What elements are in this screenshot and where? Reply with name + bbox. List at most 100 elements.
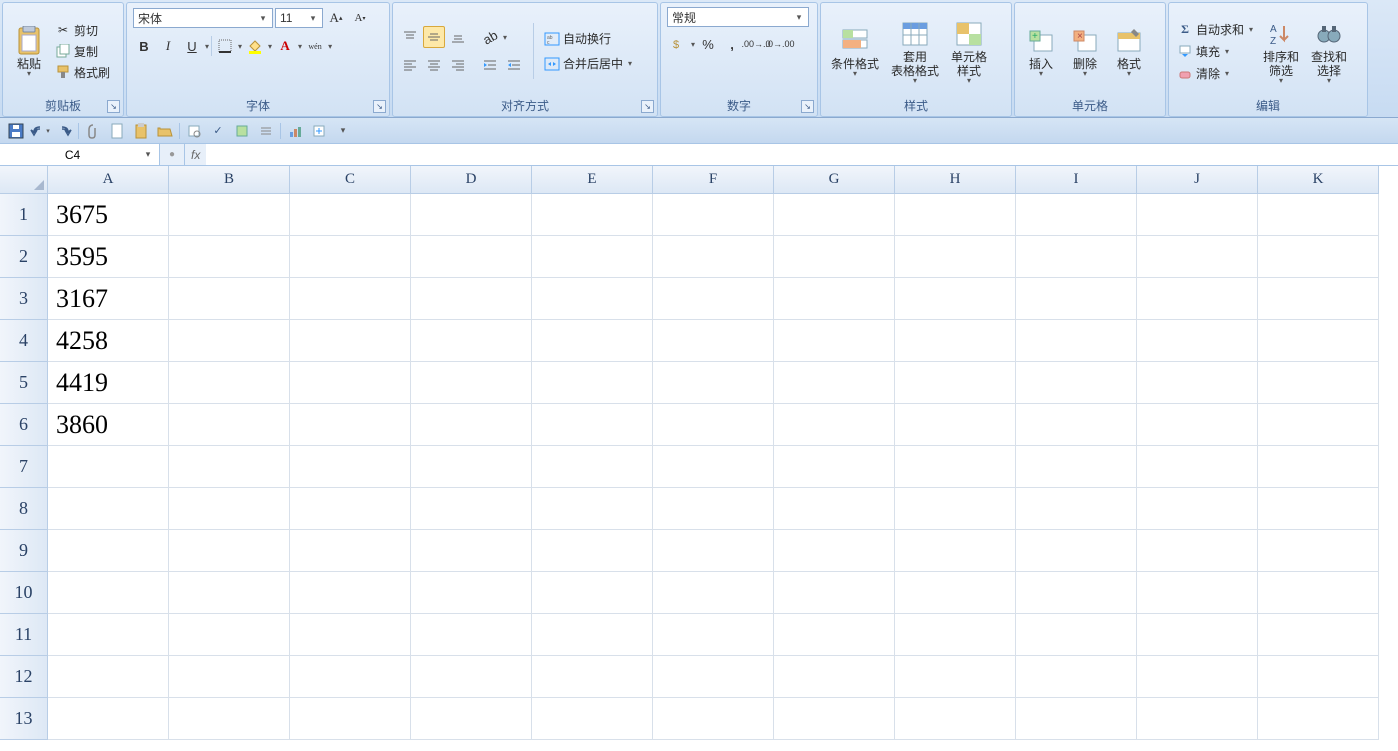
row-header-12[interactable]: 12 <box>0 656 48 698</box>
cell-G4[interactable] <box>774 320 895 362</box>
cell-H12[interactable] <box>895 656 1016 698</box>
row-header-8[interactable]: 8 <box>0 488 48 530</box>
font-color-button[interactable]: A <box>274 35 296 57</box>
col-header-H[interactable]: H <box>895 166 1016 194</box>
cell-A6[interactable]: 3860 <box>48 404 169 446</box>
cell-G6[interactable] <box>774 404 895 446</box>
number-launcher[interactable]: ↘ <box>801 100 814 113</box>
row-header-11[interactable]: 11 <box>0 614 48 656</box>
cell-B13[interactable] <box>169 698 290 740</box>
cell-H6[interactable] <box>895 404 1016 446</box>
align-center-button[interactable] <box>423 54 445 76</box>
cell-G5[interactable] <box>774 362 895 404</box>
cell-F13[interactable] <box>653 698 774 740</box>
col-header-C[interactable]: C <box>290 166 411 194</box>
cell-K4[interactable] <box>1258 320 1379 362</box>
cell-E4[interactable] <box>532 320 653 362</box>
cell-J1[interactable] <box>1137 194 1258 236</box>
cell-I5[interactable] <box>1016 362 1137 404</box>
cell-C10[interactable] <box>290 572 411 614</box>
row-header-4[interactable]: 4 <box>0 320 48 362</box>
decrease-decimal-button[interactable]: .0→.00 <box>769 33 791 55</box>
cell-G13[interactable] <box>774 698 895 740</box>
cell-I9[interactable] <box>1016 530 1137 572</box>
orientation-button[interactable]: ab <box>479 26 501 48</box>
cell-C9[interactable] <box>290 530 411 572</box>
cell-J9[interactable] <box>1137 530 1258 572</box>
cell-F1[interactable] <box>653 194 774 236</box>
qat-more-button[interactable]: ▾ <box>333 121 353 141</box>
cell-I10[interactable] <box>1016 572 1137 614</box>
cell-A9[interactable] <box>48 530 169 572</box>
cell-B1[interactable] <box>169 194 290 236</box>
sort-filter-button[interactable]: AZ 排序和 筛选 ▾ <box>1259 16 1303 87</box>
name-box[interactable]: C4 ▾ <box>0 144 160 165</box>
cell-C8[interactable] <box>290 488 411 530</box>
cell-E3[interactable] <box>532 278 653 320</box>
cell-A8[interactable] <box>48 488 169 530</box>
cell-K10[interactable] <box>1258 572 1379 614</box>
clipboard-launcher[interactable]: ↘ <box>107 100 120 113</box>
cell-E5[interactable] <box>532 362 653 404</box>
cell-D2[interactable] <box>411 236 532 278</box>
cell-F11[interactable] <box>653 614 774 656</box>
cell-I11[interactable] <box>1016 614 1137 656</box>
increase-font-button[interactable]: A▴ <box>325 7 347 29</box>
cell-A1[interactable]: 3675 <box>48 194 169 236</box>
select-all-corner[interactable] <box>0 166 48 194</box>
number-format-combo[interactable]: 常规 ▾ <box>667 7 809 27</box>
cell-A7[interactable] <box>48 446 169 488</box>
cell-E13[interactable] <box>532 698 653 740</box>
cell-G10[interactable] <box>774 572 895 614</box>
qat-redo-button[interactable] <box>54 121 74 141</box>
cell-B7[interactable] <box>169 446 290 488</box>
cut-button[interactable]: ✂ 剪切 <box>53 21 112 40</box>
cells-grid[interactable]: 367535953167425844193860 <box>48 194 1398 751</box>
cell-G3[interactable] <box>774 278 895 320</box>
cell-C4[interactable] <box>290 320 411 362</box>
cell-D10[interactable] <box>411 572 532 614</box>
cell-D5[interactable] <box>411 362 532 404</box>
cell-J5[interactable] <box>1137 362 1258 404</box>
cell-C6[interactable] <box>290 404 411 446</box>
cell-B8[interactable] <box>169 488 290 530</box>
cell-G8[interactable] <box>774 488 895 530</box>
format-painter-button[interactable]: 格式刷 <box>53 63 112 82</box>
row-header-7[interactable]: 7 <box>0 446 48 488</box>
wrap-text-button[interactable]: abc 自动换行 <box>542 29 634 48</box>
cell-B11[interactable] <box>169 614 290 656</box>
cell-D4[interactable] <box>411 320 532 362</box>
cell-D13[interactable] <box>411 698 532 740</box>
cell-J4[interactable] <box>1137 320 1258 362</box>
cell-K12[interactable] <box>1258 656 1379 698</box>
increase-indent-button[interactable] <box>503 54 525 76</box>
cell-A4[interactable]: 4258 <box>48 320 169 362</box>
cell-G1[interactable] <box>774 194 895 236</box>
find-select-button[interactable]: 查找和 选择 ▾ <box>1307 16 1351 87</box>
delete-button[interactable]: × 删除 ▾ <box>1065 23 1105 80</box>
cell-H1[interactable] <box>895 194 1016 236</box>
cell-A2[interactable]: 3595 <box>48 236 169 278</box>
cell-D11[interactable] <box>411 614 532 656</box>
qat-paste-button[interactable] <box>131 121 151 141</box>
underline-button[interactable]: U <box>181 35 203 57</box>
cell-A13[interactable] <box>48 698 169 740</box>
cell-D7[interactable] <box>411 446 532 488</box>
cell-B10[interactable] <box>169 572 290 614</box>
align-right-button[interactable] <box>447 54 469 76</box>
row-header-13[interactable]: 13 <box>0 698 48 740</box>
cell-C2[interactable] <box>290 236 411 278</box>
cell-C13[interactable] <box>290 698 411 740</box>
bold-button[interactable]: B <box>133 35 155 57</box>
cell-K8[interactable] <box>1258 488 1379 530</box>
cell-F6[interactable] <box>653 404 774 446</box>
cell-D12[interactable] <box>411 656 532 698</box>
row-header-1[interactable]: 1 <box>0 194 48 236</box>
cell-E10[interactable] <box>532 572 653 614</box>
cell-E11[interactable] <box>532 614 653 656</box>
cell-C12[interactable] <box>290 656 411 698</box>
currency-button[interactable]: $ <box>667 33 689 55</box>
row-header-2[interactable]: 2 <box>0 236 48 278</box>
cell-E12[interactable] <box>532 656 653 698</box>
cell-G9[interactable] <box>774 530 895 572</box>
